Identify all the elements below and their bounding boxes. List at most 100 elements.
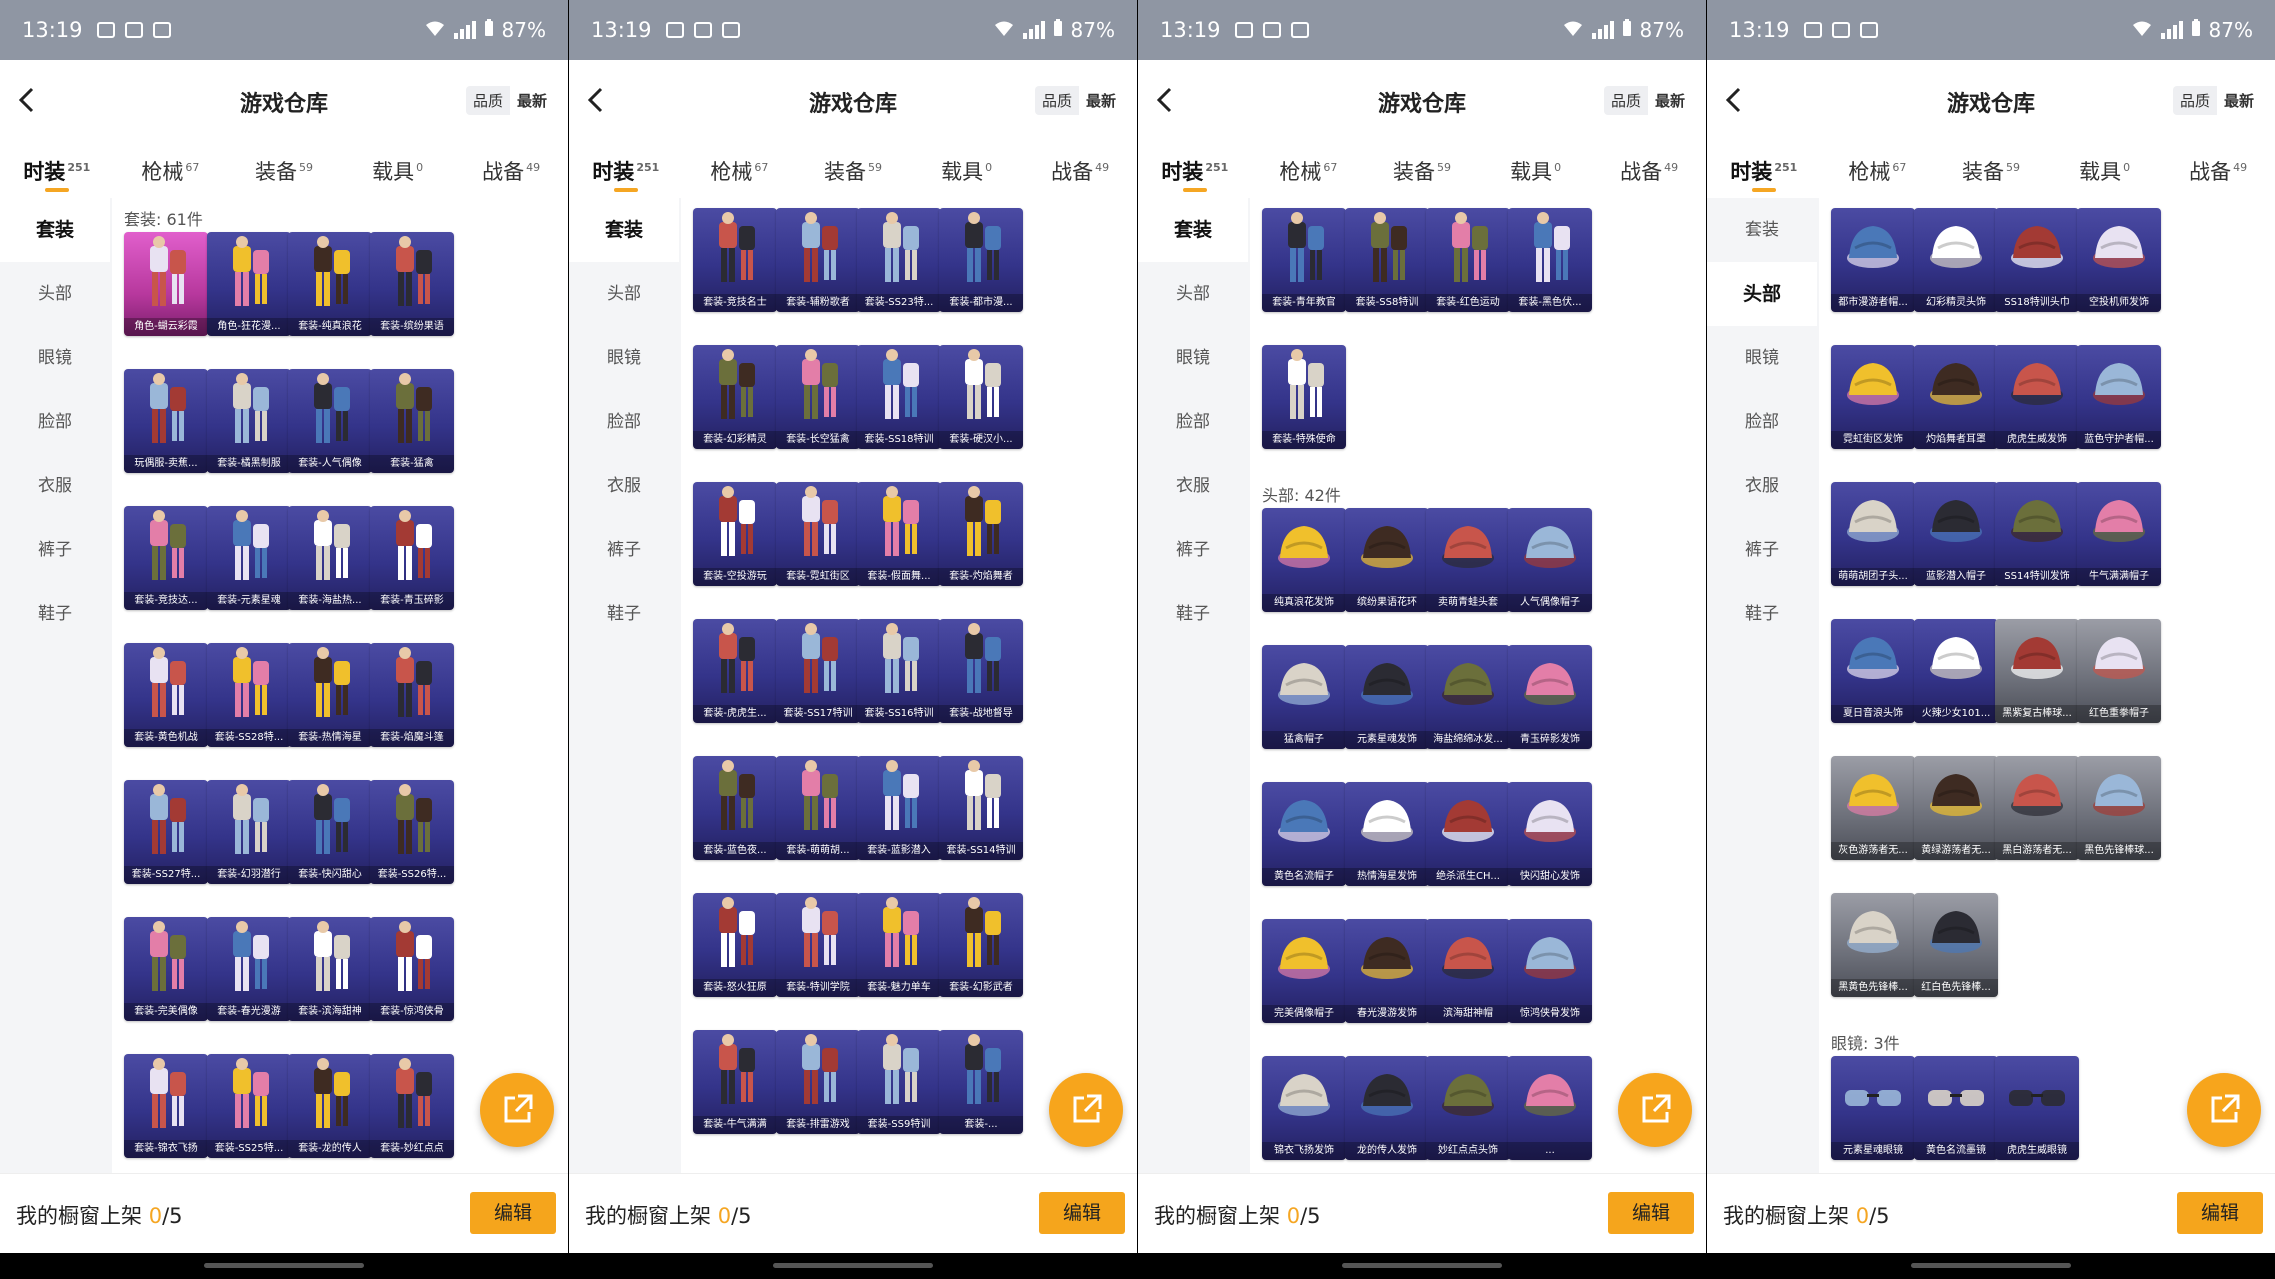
sidebar-item-4[interactable]: 衣服	[1138, 454, 1248, 518]
home-indicator[interactable]	[204, 1263, 364, 1268]
warehouse-item[interactable]: 套装-红色运动	[1426, 208, 1510, 312]
warehouse-item[interactable]: 灼焰舞者耳罩	[1914, 345, 1998, 449]
warehouse-item[interactable]: 套装-元素星魂	[207, 506, 291, 610]
warehouse-item[interactable]: 套装-蓝色夜...	[693, 756, 777, 860]
warehouse-item[interactable]: 元素星魂眼镜	[1831, 1056, 1915, 1160]
warehouse-item[interactable]: 妙红点点头饰	[1426, 1056, 1510, 1160]
warehouse-item[interactable]: 灰色游荡者无...	[1831, 756, 1915, 860]
home-indicator[interactable]	[773, 1263, 933, 1268]
warehouse-item[interactable]: 套装-热情海星	[288, 643, 372, 747]
warehouse-item[interactable]: 套装-战地督导	[939, 619, 1023, 723]
warehouse-item[interactable]: 套装-竞技达...	[124, 506, 208, 610]
edit-button[interactable]: 编辑	[470, 1192, 556, 1234]
warehouse-item[interactable]: 红色重拳帽子	[2077, 619, 2161, 723]
tab-3[interactable]: 载具 0	[1479, 140, 1593, 198]
sort-quality-button[interactable]: 品质	[466, 86, 510, 115]
sidebar-item-5[interactable]: 裤子	[569, 518, 679, 582]
tab-0[interactable]: 时装 251	[569, 140, 683, 198]
warehouse-item[interactable]: 套装-快闪甜心	[288, 780, 372, 884]
warehouse-item[interactable]: 套装-SS26特...	[370, 780, 454, 884]
sort-newest-button[interactable]: 最新	[2216, 86, 2261, 115]
warehouse-item[interactable]: 套装-灼焰舞者	[939, 482, 1023, 586]
warehouse-item[interactable]: 滨海甜神帽	[1426, 919, 1510, 1023]
edit-button[interactable]: 编辑	[1039, 1192, 1125, 1234]
sidebar-item-5[interactable]: 裤子	[1707, 518, 1817, 582]
warehouse-item[interactable]: 蓝色守护者帽...	[2077, 345, 2161, 449]
warehouse-item[interactable]: 套装-辅粉歌者	[776, 208, 860, 312]
warehouse-item[interactable]: 黄色名流墨镜	[1914, 1056, 1998, 1160]
sidebar-item-0[interactable]: 套装	[1707, 198, 1817, 262]
sidebar-item-0[interactable]: 套装	[569, 198, 679, 262]
tab-2[interactable]: 装备 59	[796, 140, 910, 198]
edit-button[interactable]: 编辑	[1608, 1192, 1694, 1234]
warehouse-item[interactable]: 猛禽帽子	[1262, 645, 1346, 749]
warehouse-item[interactable]: 套装-滨海甜神	[288, 917, 372, 1021]
warehouse-item[interactable]: 蓝影潜入帽子	[1914, 482, 1998, 586]
warehouse-item[interactable]: 黑紫复古棒球...	[1995, 619, 2079, 723]
warehouse-item[interactable]: 套装-幻彩精灵	[693, 345, 777, 449]
tab-1[interactable]: 枪械 67	[1821, 140, 1935, 198]
warehouse-item[interactable]: 黑白游荡者无...	[1995, 756, 2079, 860]
sidebar-item-6[interactable]: 鞋子	[0, 582, 110, 646]
warehouse-item[interactable]: 角色-狂花漫...	[207, 232, 291, 336]
warehouse-item[interactable]: 套装-惊鸿侠骨	[370, 917, 454, 1021]
sidebar-item-1[interactable]: 头部	[1707, 262, 1817, 326]
warehouse-item[interactable]: 元素星魂发饰	[1345, 645, 1429, 749]
warehouse-item[interactable]: 套装-青年教官	[1262, 208, 1346, 312]
warehouse-item[interactable]: 黑色先锋棒球...	[2077, 756, 2161, 860]
warehouse-item[interactable]: 套装-硬汉小...	[939, 345, 1023, 449]
tab-0[interactable]: 时装 251	[1138, 140, 1252, 198]
sidebar-item-1[interactable]: 头部	[0, 262, 110, 326]
home-indicator[interactable]	[1911, 1263, 2071, 1268]
home-indicator[interactable]	[1342, 1263, 1502, 1268]
sidebar-item-2[interactable]: 眼镜	[0, 326, 110, 390]
sidebar-item-4[interactable]: 衣服	[569, 454, 679, 518]
edit-button[interactable]: 编辑	[2177, 1192, 2263, 1234]
sort-newest-button[interactable]: 最新	[1647, 86, 1692, 115]
warehouse-item[interactable]: 套装-SS23特...	[857, 208, 941, 312]
tab-1[interactable]: 枪械 67	[1252, 140, 1366, 198]
warehouse-item[interactable]: SS18特训头巾	[1995, 208, 2079, 312]
warehouse-item[interactable]: 锦衣飞扬发饰	[1262, 1056, 1346, 1160]
sidebar-item-6[interactable]: 鞋子	[1138, 582, 1248, 646]
tab-3[interactable]: 载具 0	[341, 140, 455, 198]
warehouse-item[interactable]: 套装-萌萌胡...	[776, 756, 860, 860]
warehouse-item[interactable]: 套装-空投游玩	[693, 482, 777, 586]
sidebar-item-0[interactable]: 套装	[1138, 198, 1248, 262]
warehouse-item[interactable]: 套装-SS8特训	[1345, 208, 1429, 312]
warehouse-item[interactable]: 缤纷果语花环	[1345, 508, 1429, 612]
tab-1[interactable]: 枪械 67	[683, 140, 797, 198]
warehouse-item[interactable]: 套装-妙红点点	[370, 1054, 454, 1158]
sidebar-item-6[interactable]: 鞋子	[1707, 582, 1817, 646]
sidebar-item-1[interactable]: 头部	[569, 262, 679, 326]
warehouse-item[interactable]: 套装-SS9特训	[857, 1030, 941, 1134]
warehouse-item[interactable]: 套装-竞技名士	[693, 208, 777, 312]
tab-4[interactable]: 战备 49	[2161, 140, 2275, 198]
warehouse-item[interactable]: 霓虹街区发饰	[1831, 345, 1915, 449]
warehouse-item[interactable]: 套装-幻影武者	[939, 893, 1023, 997]
tab-0[interactable]: 时装 251	[1707, 140, 1821, 198]
warehouse-item[interactable]: 套装-缤纷果语	[370, 232, 454, 336]
warehouse-item[interactable]: 纯真浪花发饰	[1262, 508, 1346, 612]
warehouse-item[interactable]: 都市漫游者帽...	[1831, 208, 1915, 312]
warehouse-item[interactable]: 套装-SS16特训	[857, 619, 941, 723]
back-icon[interactable]	[14, 86, 40, 114]
sort-newest-button[interactable]: 最新	[509, 86, 554, 115]
share-button[interactable]	[480, 1073, 554, 1147]
back-icon[interactable]	[1721, 86, 1747, 114]
sidebar-item-3[interactable]: 脸部	[0, 390, 110, 454]
tab-3[interactable]: 载具 0	[910, 140, 1024, 198]
share-button[interactable]	[1049, 1073, 1123, 1147]
warehouse-item[interactable]: 套装-SS25特...	[207, 1054, 291, 1158]
warehouse-item[interactable]: ...	[1508, 1056, 1592, 1160]
sidebar-item-1[interactable]: 头部	[1138, 262, 1248, 326]
warehouse-item[interactable]: 套装-排雷游戏	[776, 1030, 860, 1134]
sidebar-item-3[interactable]: 脸部	[1138, 390, 1248, 454]
sort-quality-button[interactable]: 品质	[1035, 86, 1079, 115]
warehouse-item[interactable]: 套装-完美偶像	[124, 917, 208, 1021]
back-icon[interactable]	[1152, 86, 1178, 114]
sidebar-item-3[interactable]: 脸部	[569, 390, 679, 454]
warehouse-item[interactable]: 黄色名流帽子	[1262, 782, 1346, 886]
warehouse-item[interactable]: 套装-青玉碎影	[370, 506, 454, 610]
warehouse-item[interactable]: 萌萌胡团子头...	[1831, 482, 1915, 586]
